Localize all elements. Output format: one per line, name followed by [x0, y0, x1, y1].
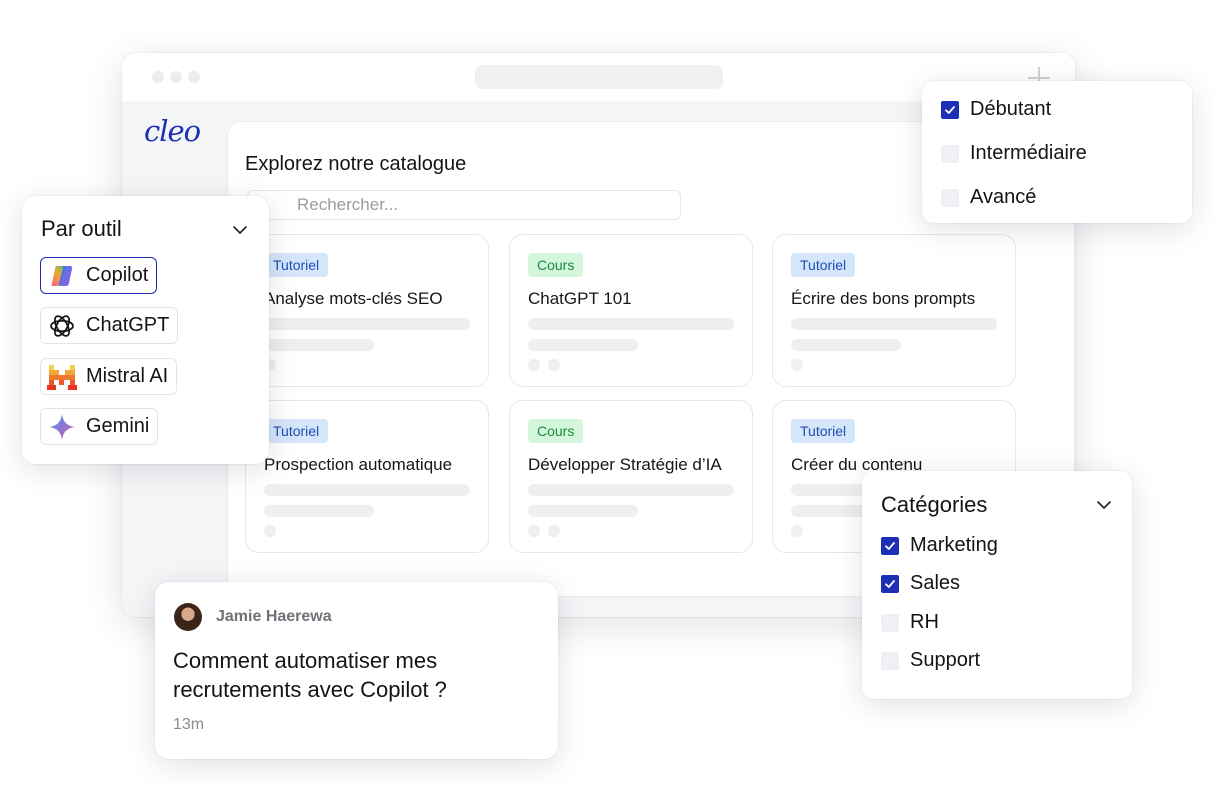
tool-filter-title: Par outil — [41, 216, 122, 241]
course-card[interactable]: Cours ChatGPT 101 — [509, 234, 753, 387]
placeholder-line — [791, 318, 997, 330]
checkbox[interactable] — [881, 613, 899, 632]
placeholder-dot — [264, 525, 276, 537]
course-title: Analyse mots-clés SEO — [264, 289, 443, 308]
placeholder-line — [528, 318, 734, 330]
tool-label: Mistral AI — [86, 365, 169, 387]
checkbox-label: Marketing — [910, 534, 998, 556]
copilot-icon — [51, 265, 73, 286]
checkbox[interactable] — [941, 188, 959, 207]
tool-option-mistral[interactable]: Mistral AI — [40, 358, 178, 395]
course-type-badge: Tutoriel — [264, 253, 329, 277]
address-bar[interactable] — [475, 65, 723, 89]
check-icon — [885, 541, 895, 550]
window-dot-minimize[interactable] — [170, 71, 182, 83]
comment-question: Comment automatiser mes recrutements ave… — [173, 648, 447, 702]
tool-option-copilot[interactable]: Copilot — [40, 257, 158, 294]
tool-label: Copilot — [86, 264, 149, 286]
tool-label: Gemini — [86, 415, 150, 437]
tool-filter-panel: Par outil Copilot ChatGPT Mistral AI Gem… — [22, 196, 269, 464]
category-option-sales[interactable]: Sales — [881, 572, 960, 595]
category-option-rh[interactable]: RH — [881, 611, 939, 634]
checkbox[interactable] — [941, 100, 959, 119]
placeholder-line — [264, 339, 374, 351]
course-card[interactable]: Tutoriel Analyse mots-clés SEO — [245, 234, 489, 387]
tool-option-gemini[interactable]: Gemini — [40, 408, 159, 445]
placeholder-dot — [791, 525, 803, 537]
course-type-badge: Tutoriel — [791, 253, 856, 277]
course-type-badge: Cours — [528, 419, 584, 443]
checkbox[interactable] — [941, 144, 959, 163]
placeholder-line — [264, 484, 470, 496]
checkbox-label: Intermédiaire — [970, 142, 1087, 164]
placeholder-line — [264, 505, 374, 517]
course-title: Prospection automatique — [264, 455, 453, 474]
course-card[interactable]: Tutoriel Prospection automatique — [245, 400, 489, 553]
course-type-badge: Cours — [528, 253, 584, 277]
avatar — [174, 603, 202, 631]
chevron-down-icon[interactable] — [1096, 497, 1112, 513]
checkbox-label: Avancé — [970, 186, 1037, 208]
course-card[interactable]: Cours Développer Stratégie d’IA — [509, 400, 753, 553]
window-dot-close[interactable] — [152, 71, 164, 83]
placeholder-dot — [548, 525, 560, 537]
category-filter-title: Catégories — [881, 492, 988, 517]
comment-author: Jamie Haerewa — [216, 608, 332, 625]
course-type-badge: Tutoriel — [791, 419, 856, 443]
checkbox[interactable] — [881, 574, 899, 593]
checkbox-label: Support — [910, 649, 981, 671]
chevron-down-icon[interactable] — [232, 222, 248, 238]
window-controls — [152, 71, 200, 83]
comment-card[interactable]: Jamie Haerewa Comment automatiser mes re… — [155, 582, 558, 759]
comment-timestamp: 13m — [173, 716, 205, 733]
level-filter-panel: Débutant Intermédiaire Avancé — [922, 81, 1192, 223]
tool-label: ChatGPT — [86, 314, 170, 336]
checkbox[interactable] — [881, 536, 899, 555]
placeholder-line — [528, 484, 734, 496]
placeholder-line — [791, 339, 901, 351]
brand-logo[interactable]: cleo — [144, 114, 201, 148]
placeholder-dot — [528, 525, 540, 537]
checkbox-label: RH — [910, 611, 939, 633]
placeholder-line — [528, 339, 638, 351]
category-option-support[interactable]: Support — [881, 649, 980, 672]
tool-option-chatgpt[interactable]: ChatGPT — [40, 307, 179, 344]
placeholder-dot — [791, 359, 803, 371]
gemini-icon — [49, 413, 75, 440]
course-title: Écrire des bons prompts — [791, 289, 976, 308]
chatgpt-icon — [50, 314, 74, 337]
course-type-badge: Tutoriel — [264, 419, 329, 443]
checkbox-label: Débutant — [970, 98, 1052, 120]
checkbox-label: Sales — [910, 572, 961, 594]
window-dot-maximize[interactable] — [188, 71, 200, 83]
search-input[interactable]: Rechercher... — [247, 190, 681, 220]
checkbox[interactable] — [881, 651, 899, 670]
catalog-title: Explorez notre catalogue — [245, 153, 467, 175]
mistral-icon — [47, 364, 77, 390]
level-option-avance[interactable]: Avancé — [941, 186, 1036, 209]
category-option-marketing[interactable]: Marketing — [881, 534, 998, 557]
placeholder-line — [264, 318, 470, 330]
level-option-debutant[interactable]: Débutant — [941, 98, 1051, 121]
course-card[interactable]: Tutoriel Écrire des bons prompts — [772, 234, 1016, 387]
placeholder-dot — [548, 359, 560, 371]
course-title: Développer Stratégie d’IA — [528, 455, 722, 474]
placeholder-dot — [528, 359, 540, 371]
placeholder-line — [528, 505, 638, 517]
check-icon — [885, 579, 895, 588]
category-filter-panel: Catégories Marketing Sales RH Support — [862, 471, 1132, 699]
course-title: ChatGPT 101 — [528, 289, 632, 308]
check-icon — [945, 105, 955, 114]
level-option-intermediaire[interactable]: Intermédiaire — [941, 142, 1087, 165]
